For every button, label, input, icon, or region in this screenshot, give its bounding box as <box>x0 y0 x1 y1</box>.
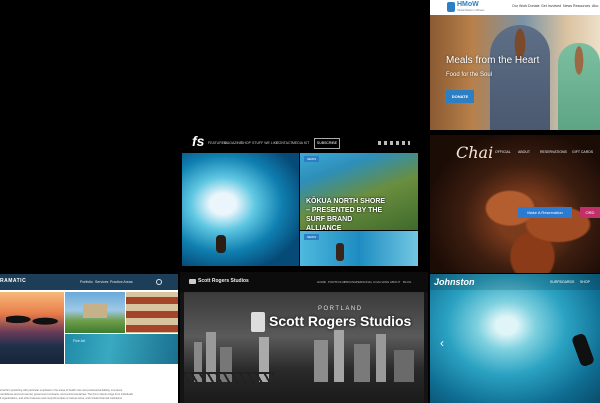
scott-nav-about[interactable]: ABOUT <box>390 280 400 284</box>
ramatic-sunset-image <box>0 292 64 364</box>
fs-second-card[interactable]: NEWS <box>300 231 418 266</box>
chai-tile[interactable]: Chai OFFICIAL ABOUT RESERVATIONS GIFT CA… <box>430 135 600 273</box>
hmow-nav-about[interactable]: Abo <box>592 4 598 8</box>
scott-city-label: PORTLAND <box>318 306 363 312</box>
hmow-subhead: Food for the Soul <box>446 72 493 78</box>
scott-hero-title: Scott Rogers Studios <box>269 313 412 329</box>
hmow-nav-donate[interactable]: Donate <box>528 4 540 8</box>
ramatic-water-image: Fine Art <box>65 334 178 364</box>
hmow-nav-resources[interactable]: Resources <box>573 4 590 8</box>
hmow-donate-button[interactable]: DONATE <box>446 90 474 103</box>
ramatic-nav-services[interactable]: Services <box>95 280 108 284</box>
fs-news-headline[interactable]: KŌKUA NORTH SHORE – PRESENTED BY THE SUR… <box>306 197 386 233</box>
ramatic-palace-image <box>65 292 125 333</box>
chai-order-button[interactable]: ORD <box>580 207 600 218</box>
hmow-nav-get-involved[interactable]: Get Involved <box>541 4 561 8</box>
johnston-tile[interactable]: Johnston SURFBOARDS SHOP ‹ <box>430 274 600 403</box>
hmow-nav-our-work[interactable]: Our Work <box>512 4 527 8</box>
hmow-nav-news[interactable]: News <box>563 4 572 8</box>
hmow-hero: Meals from the Heart Food for the Soul D… <box>430 15 600 130</box>
hmow-logo-icon <box>447 2 455 12</box>
fs-surfer-2 <box>336 243 344 261</box>
fs-nav-stuff-we-like[interactable]: STUFF WE LIKE <box>252 141 278 145</box>
fs-subscribe-button[interactable]: SUBSCRIBE <box>314 138 340 149</box>
hmow-person-2 <box>558 43 600 130</box>
ramatic-nav-portfolio[interactable]: Portfolio <box>80 280 93 284</box>
fs-surfer-1 <box>216 235 226 253</box>
fs-tile[interactable]: fs FEATURES MAGAZINE SHOP STUFF WE LIKE … <box>180 131 420 268</box>
scott-city-image: PORTLAND Scott Rogers Studios <box>184 292 424 403</box>
ramatic-body-line-1: ional firm practicing with particular em… <box>0 389 123 392</box>
scott-nav-personal-coaching[interactable]: PERSONAL COACHING <box>356 280 389 284</box>
search-icon[interactable] <box>156 279 162 285</box>
johnston-logo[interactable]: Johnston <box>434 277 475 287</box>
ramatic-nav-practice-areas[interactable]: Practice Areas <box>110 280 133 284</box>
fs-social-icons[interactable] <box>378 141 410 145</box>
chai-nav-reservations[interactable]: RESERVATIONS <box>540 150 567 154</box>
fs-header: fs FEATURES MAGAZINE SHOP STUFF WE LIKE … <box>180 131 420 153</box>
johnston-nav-surfboards[interactable]: SURFBOARDS <box>550 280 574 284</box>
fs-nav-media-kit[interactable]: MEDIA KIT <box>292 141 309 145</box>
chai-food-image <box>450 165 600 273</box>
hmow-logo-sub: Hawaii Meals on Wheels <box>457 9 485 12</box>
ramatic-header: RAMATIC Portfolio Services Practice Area… <box>0 274 178 290</box>
scott-nav-blog[interactable]: BLOG <box>403 280 411 284</box>
fs-main-wave-image[interactable] <box>182 153 299 266</box>
chai-nav-about[interactable]: ABOUT <box>518 150 530 154</box>
fs-news-card[interactable]: NEWS KŌKUA NORTH SHORE – PRESENTED BY TH… <box>300 153 418 233</box>
johnston-nav-shop[interactable]: SHOP <box>580 280 590 284</box>
scott-nav-home[interactable]: HOME <box>317 280 326 284</box>
ramatic-palace <box>83 304 107 318</box>
scott-bridge <box>184 372 274 390</box>
scott-tile[interactable]: Scott Rogers Studios HOME PORTFOLIO PRIC… <box>180 272 428 403</box>
camera-icon <box>189 279 196 284</box>
ramatic-body-line-2: nal defense and commercial, government c… <box>0 393 133 396</box>
fs-logo[interactable]: fs <box>192 133 204 149</box>
scott-header: Scott Rogers Studios HOME PORTFOLIO PRIC… <box>180 272 428 292</box>
chevron-left-icon[interactable]: ‹ <box>440 336 444 350</box>
ramatic-body-line-3: ll organizations, and other business and… <box>0 397 122 400</box>
fs-news-badge-1: NEWS <box>304 156 319 162</box>
johnston-surfer <box>570 332 596 368</box>
hmow-tile[interactable]: HMoW Hawaii Meals on Wheels Our Work Don… <box>430 0 600 130</box>
scott-logo[interactable]: Scott Rogers Studios <box>198 278 249 284</box>
ramatic-caption: Fine Art <box>73 339 86 343</box>
scott-nav-portfolio[interactable]: PORTFOLIO <box>328 280 345 284</box>
chai-logo[interactable]: Chai <box>456 143 493 162</box>
johnston-header: Johnston SURFBOARDS SHOP <box>430 274 600 290</box>
chai-reservation-button[interactable]: Make A Reservation <box>518 207 572 218</box>
scott-logo-mark-icon <box>251 312 265 332</box>
fs-nav-magazine[interactable]: MAGAZINE <box>224 141 242 145</box>
ramatic-shelves-image <box>126 292 178 333</box>
ramatic-logo[interactable]: RAMATIC <box>0 278 26 284</box>
hmow-header: HMoW Hawaii Meals on Wheels Our Work Don… <box>430 0 600 15</box>
chai-nav-gift-cards[interactable]: GIFT CARDS <box>572 150 593 154</box>
fs-nav-contact[interactable]: CONTACT <box>276 141 293 145</box>
ramatic-palms <box>6 314 62 332</box>
ramatic-tile[interactable]: RAMATIC Portfolio Services Practice Area… <box>0 274 178 403</box>
hmow-logo[interactable]: HMoW <box>457 1 479 8</box>
hmow-headline: Meals from the Heart <box>446 55 540 66</box>
fs-nav-shop[interactable]: SHOP <box>241 141 251 145</box>
hmow-person-1 <box>490 25 550 130</box>
scott-nav-pricing[interactable]: PRICING <box>344 280 357 284</box>
chai-nav-official[interactable]: OFFICIAL <box>495 150 511 154</box>
fs-news-badge-2: NEWS <box>304 234 319 240</box>
